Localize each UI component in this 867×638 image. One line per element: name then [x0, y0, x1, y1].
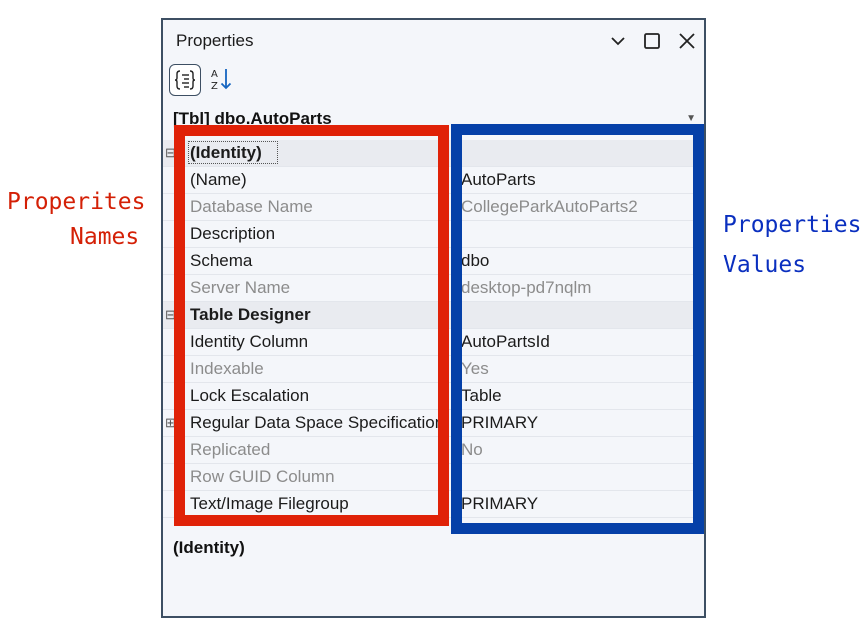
dropdown-chevron-icon[interactable]: [606, 29, 630, 53]
dropdown-arrow-icon[interactable]: ▼: [686, 113, 696, 124]
sort-alphabetical-icon: A Z: [211, 69, 232, 92]
categorized-icon: [174, 70, 196, 90]
maximize-icon[interactable]: [640, 29, 664, 53]
names-annotation-line2: Names: [70, 224, 140, 250]
alphabetical-sort-button[interactable]: A Z: [207, 64, 239, 96]
categorized-button[interactable]: [169, 64, 201, 96]
window-title: Properties: [176, 31, 254, 50]
property-names-highlight: [174, 125, 449, 526]
values-annotation-line2: Values: [723, 252, 807, 278]
names-annotation-line1: Properites: [7, 189, 146, 215]
close-icon[interactable]: [675, 29, 699, 53]
svg-text:Z: Z: [211, 81, 218, 92]
property-values-highlight: [451, 124, 704, 534]
svg-text:A: A: [211, 69, 218, 80]
values-annotation-line1: Properties: [723, 212, 862, 238]
description-title: (Identity): [173, 538, 245, 557]
title-bar: Properties: [163, 20, 704, 64]
